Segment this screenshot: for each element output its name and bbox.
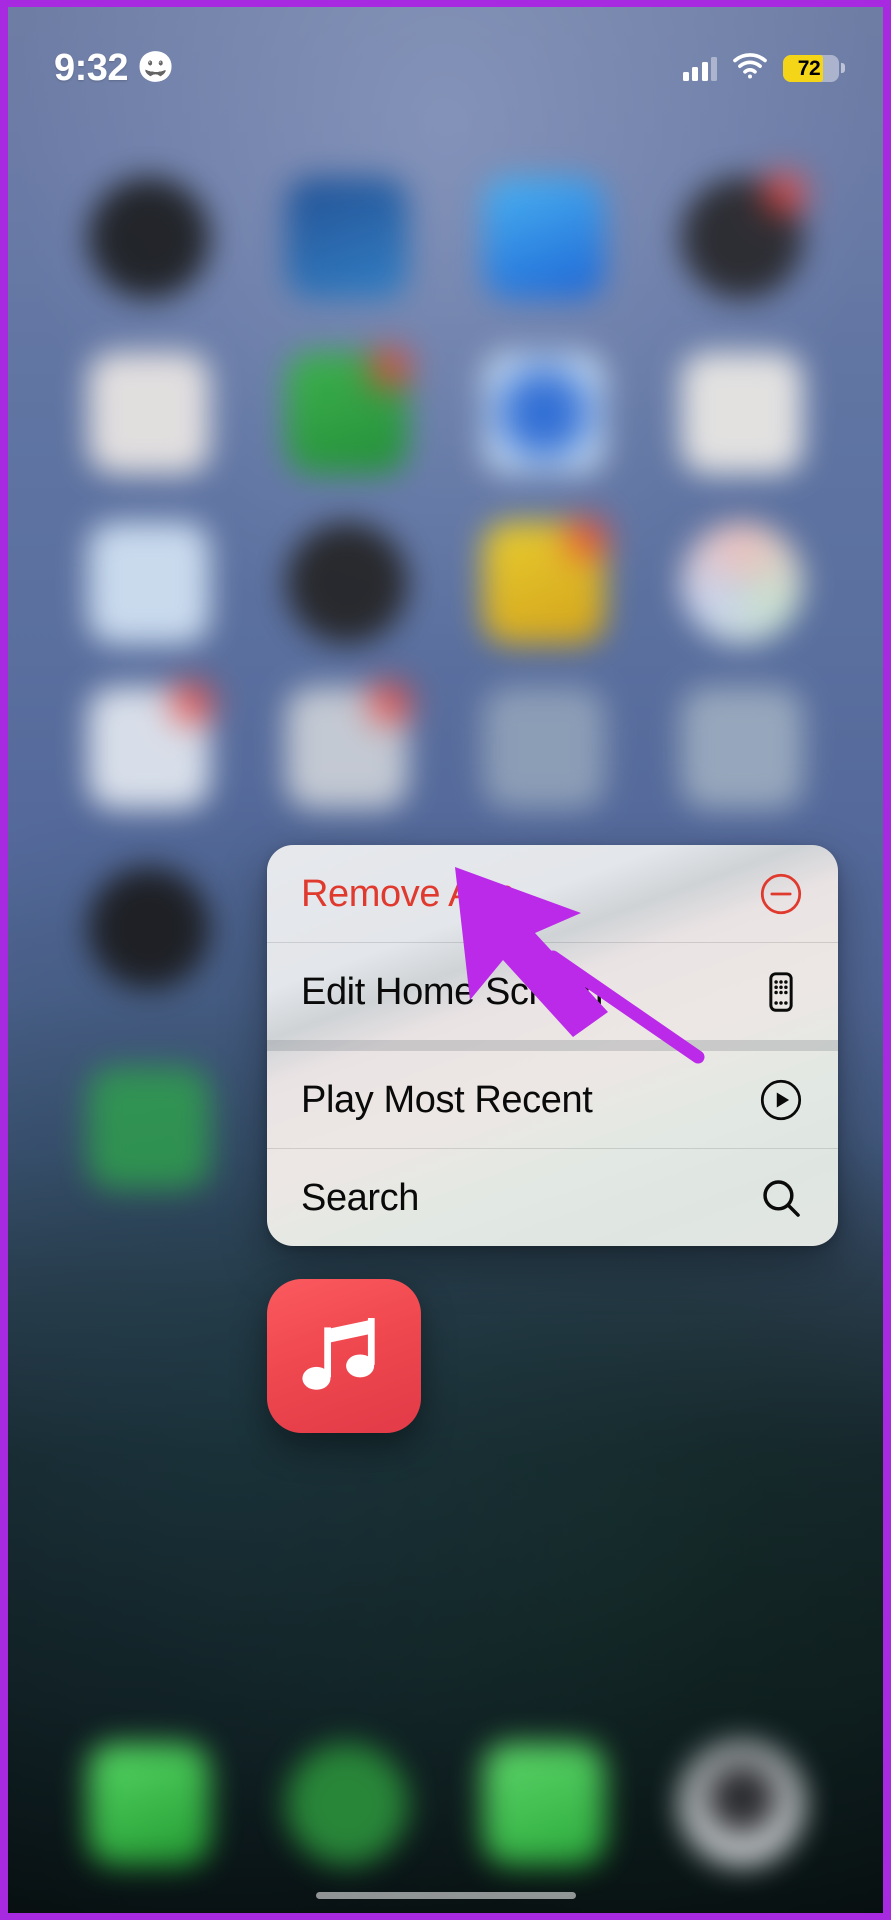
blurred-app-13[interactable] (87, 683, 212, 809)
app-row (8, 173, 883, 299)
blurred-app-17[interactable] (87, 867, 210, 989)
menu-item-label: Search (301, 1176, 420, 1219)
music-note-icon (302, 1318, 375, 1390)
app-row (8, 518, 883, 644)
menu-item-search[interactable]: Search (267, 1149, 838, 1246)
app-grid (8, 173, 883, 299)
notification-badge (369, 348, 410, 388)
menu-item-remove-app[interactable]: Remove App (267, 845, 838, 942)
blurred-app-15[interactable] (483, 687, 606, 809)
blurred-app-12[interactable] (681, 522, 804, 644)
blurred-app-2[interactable] (285, 177, 408, 299)
menu-item-edit-home-screen[interactable]: Edit Home Screen (267, 943, 838, 1040)
blurred-app-4[interactable] (681, 173, 806, 299)
blurred-app-10[interactable] (285, 522, 408, 644)
dock-app-3[interactable] (483, 1743, 606, 1865)
status-bar: 9:32 😀 72 (8, 7, 883, 103)
music-app-icon[interactable] (267, 1279, 421, 1433)
battery-icon: 72 (783, 54, 839, 82)
iphone-apps-grid-icon (758, 969, 804, 1015)
cellular-signal-icon (682, 55, 717, 81)
magnifier-icon (758, 1175, 804, 1221)
minus-circle-icon (758, 871, 804, 917)
status-bar-clock: 9:32 (54, 47, 129, 89)
dock-app-4[interactable] (681, 1743, 804, 1865)
notification-badge (765, 173, 806, 213)
notification-badge (567, 518, 608, 558)
app-row (8, 683, 883, 809)
blurred-app-3[interactable] (483, 177, 606, 299)
menu-item-label: Edit Home Screen (301, 970, 603, 1013)
blurred-app-7[interactable] (483, 352, 606, 474)
app-grid (8, 348, 883, 474)
status-bar-right: 72 (682, 52, 839, 84)
blurred-app-16[interactable] (681, 687, 804, 809)
annotation-frame: 9:32 😀 72 Remove App Edit Home Screen Pl… (0, 0, 891, 1920)
status-bar-left: 9:32 😀 (54, 49, 174, 87)
app-row (8, 348, 883, 474)
battery-percent-label: 72 (797, 56, 821, 80)
blurred-app-6[interactable] (285, 348, 410, 474)
blurred-app-5[interactable] (87, 352, 210, 474)
notification-badge (171, 683, 212, 723)
app-context-menu: Remove App Edit Home Screen Play Most Re… (267, 845, 838, 1246)
home-indicator (315, 1892, 576, 1899)
app-grid (8, 683, 883, 809)
menu-group-separator (267, 1040, 838, 1051)
dock-app-1[interactable] (87, 1743, 210, 1865)
blurred-app-21[interactable] (87, 1067, 210, 1189)
play-circle-icon (758, 1077, 804, 1123)
notification-badge (369, 683, 410, 723)
smiley-face-focus-icon: 😀 (137, 51, 175, 84)
blurred-app-8[interactable] (681, 352, 804, 474)
iphone-home-screen: 9:32 😀 72 Remove App Edit Home Screen Pl… (8, 7, 883, 1913)
blurred-app-14[interactable] (285, 683, 410, 809)
dock (8, 1743, 883, 1865)
wifi-icon (733, 52, 767, 84)
app-grid (8, 518, 883, 644)
blurred-app-9[interactable] (87, 522, 210, 644)
dock-app-2[interactable] (285, 1743, 408, 1865)
menu-item-label: Play Most Recent (301, 1078, 593, 1121)
blurred-app-1[interactable] (87, 177, 210, 299)
menu-item-play-most-recent[interactable]: Play Most Recent (267, 1051, 838, 1148)
blurred-app-11[interactable] (483, 518, 608, 644)
menu-item-label: Remove App (301, 872, 515, 915)
